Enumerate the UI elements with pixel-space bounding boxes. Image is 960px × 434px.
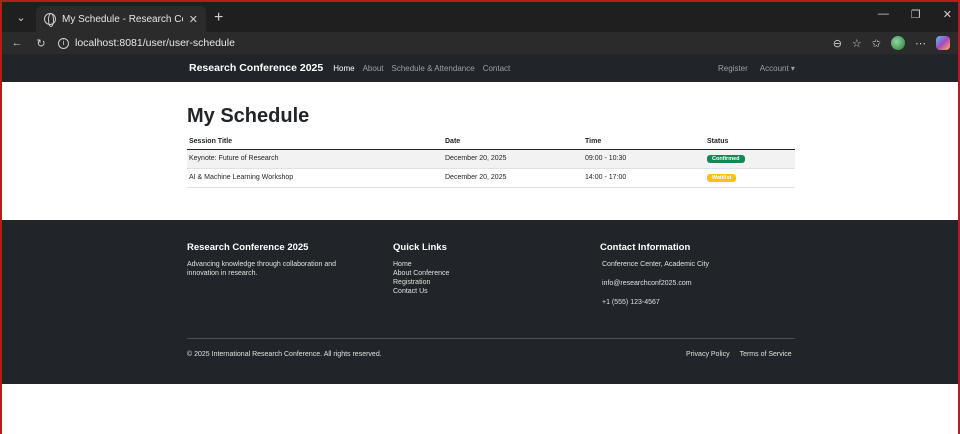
terms-of-service-link[interactable]: Terms of Service bbox=[740, 351, 792, 358]
minimize-icon[interactable]: — bbox=[878, 8, 889, 21]
session-time: 09:00 - 10:30 bbox=[583, 149, 705, 169]
nav-schedule-attendance[interactable]: Schedule & Attendance bbox=[392, 64, 475, 73]
footer-copyright: © 2025 International Research Conference… bbox=[187, 351, 382, 358]
footer-divider bbox=[187, 338, 795, 339]
favorite-star-icon[interactable]: ☆ bbox=[852, 37, 862, 50]
col-time: Time bbox=[583, 134, 705, 150]
reload-icon[interactable]: ↻ bbox=[34, 37, 48, 50]
footer-about-text: Advancing knowledge through collaboratio… bbox=[187, 261, 337, 268]
nav-home[interactable]: Home bbox=[333, 64, 354, 73]
nav-account-dropdown[interactable]: Account ▾ bbox=[760, 64, 795, 73]
footer-link-about[interactable]: About Conference bbox=[393, 269, 449, 278]
footer-link-home[interactable]: Home bbox=[393, 260, 449, 269]
address-bar-row: ← ↻ i localhost:8081/user/user-schedule … bbox=[2, 32, 958, 54]
back-arrow-icon[interactable]: ← bbox=[10, 37, 24, 49]
table-row: Keynote: Future of Research December 20,… bbox=[187, 149, 795, 169]
favorites-bar-icon[interactable]: ✩ bbox=[872, 37, 881, 50]
col-status: Status bbox=[705, 134, 795, 150]
schedule-table: Session Title Date Time Status Keynote: … bbox=[187, 134, 795, 188]
restore-icon[interactable]: ❐ bbox=[911, 8, 921, 21]
page-title: My Schedule bbox=[187, 105, 310, 127]
address-bar[interactable]: i localhost:8081/user/user-schedule bbox=[58, 37, 235, 49]
session-title: Keynote: Future of Research bbox=[187, 149, 443, 169]
footer-about: Research Conference 2025 Advancing knowl… bbox=[187, 242, 377, 278]
contact-email: info@researchconf2025.com bbox=[602, 280, 692, 287]
browser-toolbar-right: ⊖ ☆ ✩ ⋯ bbox=[833, 36, 950, 50]
footer-legal-links: Privacy Policy Terms of Service bbox=[686, 351, 792, 358]
site-navbar: Research Conference 2025 Home About Sche… bbox=[2, 54, 958, 82]
contact-address: Conference Center, Academic City bbox=[602, 261, 709, 268]
session-time: 14:00 - 17:00 bbox=[583, 168, 705, 188]
session-date: December 20, 2025 bbox=[443, 149, 583, 169]
site-info-icon[interactable]: i bbox=[58, 37, 69, 49]
footer-links-title: Quick Links bbox=[393, 242, 447, 253]
footer-link-contact[interactable]: Contact Us bbox=[393, 287, 449, 296]
more-menu-icon[interactable]: ⋯ bbox=[915, 37, 926, 50]
profile-avatar-icon[interactable] bbox=[891, 36, 905, 50]
close-tab-icon[interactable]: ✕ bbox=[189, 13, 198, 26]
footer-contact-title: Contact Information bbox=[600, 242, 691, 253]
nav-about[interactable]: About bbox=[363, 64, 384, 73]
footer-about-title: Research Conference 2025 bbox=[187, 242, 309, 253]
status-badge: Confirmed bbox=[707, 154, 745, 163]
url-text[interactable]: localhost:8081/user/user-schedule bbox=[75, 37, 235, 49]
privacy-policy-link[interactable]: Privacy Policy bbox=[686, 351, 730, 358]
site-brand[interactable]: Research Conference 2025 bbox=[189, 62, 323, 74]
close-window-icon[interactable]: ✕ bbox=[943, 8, 952, 21]
tab-strip: ⌄ My Schedule - Research Conferen ✕ + — … bbox=[2, 2, 958, 32]
nav-contact[interactable]: Contact bbox=[483, 64, 511, 73]
session-title: AI & Machine Learning Workshop bbox=[187, 168, 443, 188]
contact-phone: +1 (555) 123-4567 bbox=[602, 299, 660, 306]
nav-register[interactable]: Register bbox=[718, 64, 748, 73]
navbar-right: Register Account ▾ bbox=[718, 64, 795, 73]
col-date: Date bbox=[443, 134, 583, 150]
copilot-icon[interactable] bbox=[936, 36, 950, 50]
tab-list-chevron-icon[interactable]: ⌄ bbox=[10, 6, 32, 28]
new-tab-button[interactable]: + bbox=[214, 9, 223, 27]
window-controls: — ❐ ✕ bbox=[878, 8, 952, 21]
tab-title: My Schedule - Research Conferen bbox=[62, 13, 183, 25]
site-footer: Research Conference 2025 Advancing knowl… bbox=[2, 220, 958, 384]
col-session-title: Session Title bbox=[187, 134, 443, 150]
browser-window: ⌄ My Schedule - Research Conferen ✕ + — … bbox=[0, 0, 960, 434]
status-badge: Waitlist bbox=[707, 173, 737, 182]
footer-link-registration[interactable]: Registration bbox=[393, 278, 449, 287]
table-row: AI & Machine Learning Workshop December … bbox=[187, 168, 795, 188]
footer-contact: Contact Information Conference Center, A… bbox=[600, 242, 709, 317]
session-date: December 20, 2025 bbox=[443, 168, 583, 188]
zoom-icon[interactable]: ⊖ bbox=[833, 37, 842, 50]
main-content: My Schedule Session Title Date Time Stat… bbox=[2, 82, 958, 218]
table-header-row: Session Title Date Time Status bbox=[187, 134, 795, 150]
globe-icon bbox=[44, 13, 56, 27]
footer-about-text: innovation in research. bbox=[187, 270, 258, 277]
footer-quick-links: Quick Links Home About Conference Regist… bbox=[393, 242, 449, 296]
browser-tab[interactable]: My Schedule - Research Conferen ✕ bbox=[36, 6, 206, 32]
